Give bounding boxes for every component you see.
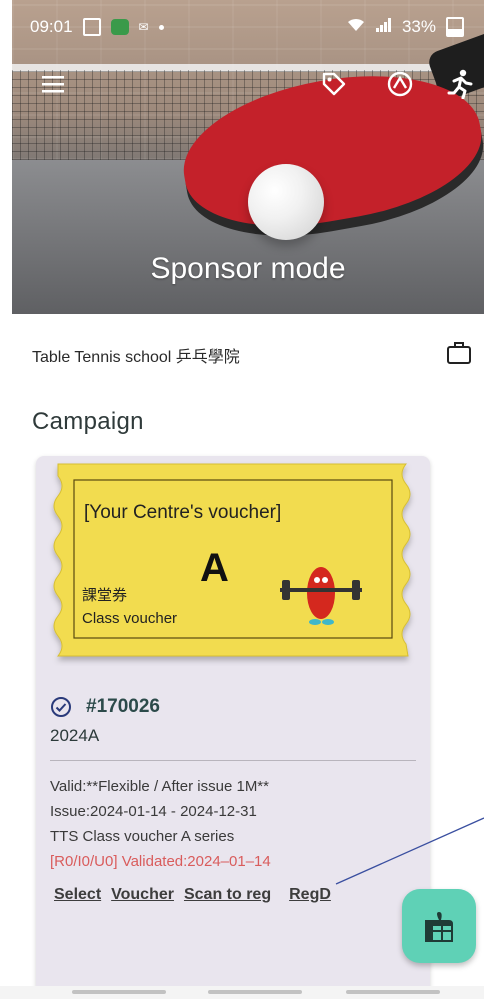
battery-percent: 33% [401,17,436,36]
voucher-letter: A [200,546,229,590]
notification-icon: ✉ [138,20,149,34]
nav-hint-center [208,990,302,994]
hero-title: Sponsor mode [150,252,346,285]
voucher-year: 2024A [50,726,100,745]
gallery-icon [82,18,101,36]
shop-row: Table Tennis school 乒乓學院 [32,340,472,370]
runner-icon [447,69,473,99]
select-link[interactable]: Select [54,886,101,904]
hero-ball [248,164,324,240]
status-bar: 09:01 ✉ 33% [30,14,464,40]
voucher-id: #170026 [86,696,160,717]
shop-button[interactable] [446,341,472,370]
issue-text: Issue:2024-01-14 - 2024-12-31 [50,803,257,820]
briefcase-icon [447,341,471,364]
status-text: [R0/I0/U0] Validated:2024–01–14 [50,853,271,870]
menu-button[interactable] [36,66,72,102]
wifi-icon [346,17,366,38]
shop-name: Table Tennis school 乒乓學院 [32,349,240,366]
voucher-link[interactable]: Voucher [111,886,174,904]
voucher-label-zh: 課堂券 [82,587,128,604]
voucher-card[interactable]: [Your Centre's voucher] A 課堂券 Class vouc… [36,456,430,996]
app-notification-icon [110,19,129,35]
hero-banner: Sponsor mode [12,0,484,314]
card-divider [50,760,416,761]
badge-icon [387,71,413,97]
voucher-header: [Your Centre's voucher] [84,502,282,523]
activity-button[interactable] [442,66,478,102]
more-notifications-icon [158,24,164,30]
signal-icon [375,17,392,37]
card-actions: Select Voucher Scan to reg RegD [54,886,331,904]
badge-button[interactable] [382,66,418,102]
valid-text: Valid:**Flexible / After issue 1M** [50,778,269,795]
battery-icon [446,17,464,37]
nav-hint-right [346,990,440,994]
menu-icon [42,76,64,93]
top-toolbar [36,66,473,102]
gift-icon [425,912,453,942]
regd-link[interactable]: RegD [289,886,331,904]
card-id-row: #170026 [50,696,160,718]
nav-hint-left [72,990,166,994]
series-text: TTS Class voucher A series [50,828,235,845]
tag-icon [322,72,346,96]
gift-fab-button[interactable] [402,889,476,963]
status-time: 09:01 [30,17,73,36]
voucher-label-en: Class voucher [82,610,178,627]
check-circle-icon [51,697,71,717]
voucher-ticket [53,463,411,657]
section-title: Campaign [32,408,144,435]
tag-button[interactable] [316,66,352,102]
scan-to-reg-link[interactable]: Scan to reg [184,886,271,904]
